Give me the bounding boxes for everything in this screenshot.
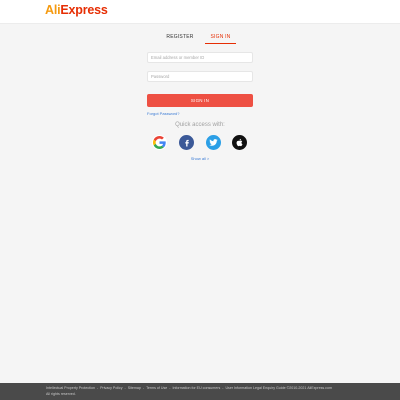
twitter-icon	[209, 139, 218, 146]
footer-rights-text: All rights reserved.	[46, 392, 76, 396]
footer-separator: -	[124, 386, 126, 390]
tab-register[interactable]: REGISTER	[160, 34, 200, 44]
footer-link-sitemap[interactable]: Sitemap	[128, 386, 141, 390]
footer-link-eu-consumers[interactable]: Information for EU consumers	[173, 386, 221, 390]
email-input[interactable]	[147, 52, 253, 63]
footer: Intellectual Property Protection - Privacy…	[0, 383, 400, 400]
footer-separator: -	[96, 386, 99, 390]
forgot-password-link[interactable]: Forgot Password?	[147, 111, 179, 116]
quick-access-label: Quick access with:	[175, 122, 225, 128]
footer-link-terms-of-use[interactable]: Terms of Use	[146, 386, 167, 390]
facebook-icon	[184, 139, 189, 147]
footer-links: Intellectual Property Protection - Privacy…	[46, 386, 376, 390]
apple-icon	[236, 138, 242, 147]
sign-in-button[interactable]: SIGN IN	[147, 94, 253, 107]
show-all-link[interactable]: Show all >	[0, 156, 400, 161]
google-login-button[interactable]	[152, 135, 167, 150]
logo-ali-text: Ali	[45, 3, 61, 17]
auth-tabs: REGISTER SIGN IN	[0, 34, 400, 44]
footer-link-ip-protection[interactable]: Intellectual Property Protection	[46, 386, 95, 390]
footer-separator: -	[142, 386, 145, 390]
footer-separator: -	[222, 386, 224, 390]
password-input[interactable]	[147, 71, 253, 82]
twitter-login-button[interactable]	[206, 135, 221, 150]
aliexpress-logo[interactable]: AliExpress	[45, 3, 108, 17]
top-header: AliExpress	[0, 0, 400, 24]
google-icon	[153, 136, 166, 149]
footer-separator: -	[169, 386, 171, 390]
footer-link-legal-enquiry[interactable]: User Information Legal Enquiry Guide ©20…	[225, 386, 332, 390]
facebook-login-button[interactable]	[179, 135, 194, 150]
tab-sign-in[interactable]: SIGN IN	[205, 34, 236, 44]
apple-login-button[interactable]	[232, 135, 247, 150]
logo-express-text: Express	[60, 3, 108, 17]
footer-link-privacy-policy[interactable]: Privacy Policy	[100, 386, 122, 390]
